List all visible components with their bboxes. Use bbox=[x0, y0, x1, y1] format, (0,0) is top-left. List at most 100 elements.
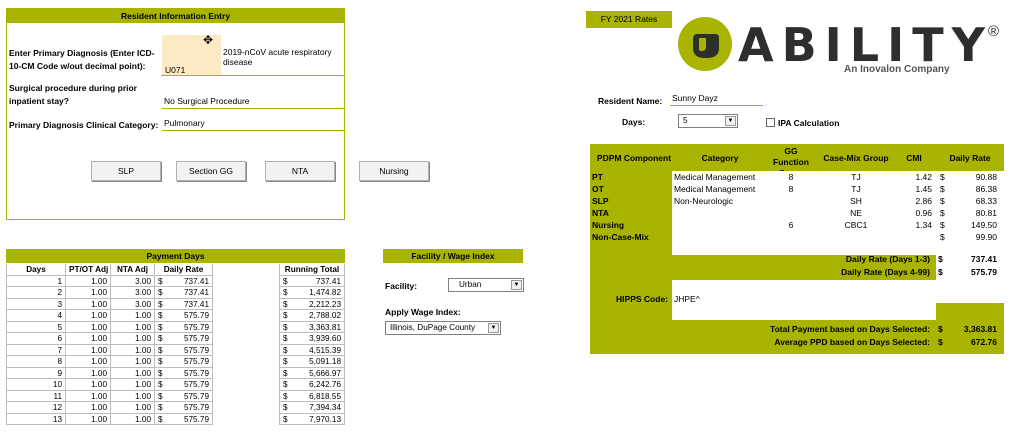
component-name: PT bbox=[592, 172, 603, 182]
running-total-cell: $737.41 bbox=[279, 275, 345, 287]
daily-rate-cell-value: 575.79 bbox=[183, 357, 209, 366]
daily-rate-days-4-99-value: 575.79 bbox=[971, 267, 997, 277]
currency: $ bbox=[158, 391, 163, 401]
day-cell: 5 bbox=[6, 321, 66, 333]
daily-rate-cell: $575.79 bbox=[155, 333, 213, 345]
nta-adj-cell: 1.00 bbox=[111, 390, 155, 402]
hdr-daily-rate: Daily Rate bbox=[949, 153, 991, 163]
ptot-adj-cell: 1.00 bbox=[66, 344, 111, 356]
nta-adj-cell: 1.00 bbox=[111, 413, 155, 425]
nta-adj-cell-value: 1.00 bbox=[135, 345, 151, 355]
table-row: 8 1.00 1.00 $575.79 $5,091.18 bbox=[6, 356, 345, 368]
day-cell: 2 bbox=[6, 287, 66, 299]
ipa-checkbox[interactable] bbox=[766, 118, 775, 127]
daily-rate-cell: $575.79 bbox=[155, 344, 213, 356]
daily-rate-cell: $575.79 bbox=[155, 402, 213, 414]
nta-button[interactable]: NTA bbox=[265, 161, 335, 181]
currency: $ bbox=[940, 220, 945, 230]
nta-adj-cell: 1.00 bbox=[111, 402, 155, 414]
wage-index-select[interactable]: Illinois, DuPage County ▼ bbox=[385, 321, 501, 335]
component-cmi: 1.42 bbox=[915, 172, 932, 182]
logo-wordmark: ABILITY bbox=[738, 18, 993, 72]
resident-name-field[interactable]: Sunny Dayz bbox=[670, 93, 763, 106]
ptot-adj-cell-value: 1.00 bbox=[91, 311, 107, 320]
diagnosis-code-value: U071 bbox=[165, 65, 186, 75]
component-daily-rate: 80.81 bbox=[975, 208, 997, 218]
running-total-cell-value: 5,666.97 bbox=[309, 368, 341, 378]
component-daily-rate: 90.88 bbox=[975, 172, 997, 182]
resident-name-label: Resident Name: bbox=[598, 96, 663, 106]
currency: $ bbox=[283, 311, 288, 320]
daily-rate-cell-value: 575.79 bbox=[183, 403, 209, 412]
cursor-icon: ✥ bbox=[203, 33, 214, 47]
facility-select[interactable]: Urban ▼ bbox=[448, 278, 524, 292]
currency: $ bbox=[158, 368, 163, 378]
slp-button[interactable]: SLP bbox=[91, 161, 161, 181]
day-cell: 4 bbox=[6, 310, 66, 322]
currency: $ bbox=[158, 288, 163, 297]
daily-rate-cell-value: 575.79 bbox=[183, 391, 209, 401]
component-gg-score: 8 bbox=[788, 184, 794, 194]
wage-index-select-value: Illinois, DuPage County bbox=[390, 323, 476, 332]
ptot-adj-cell: 1.00 bbox=[66, 321, 111, 333]
table-row: 3 1.00 3.00 $737.41 $2,212.23 bbox=[6, 298, 345, 310]
nta-adj-cell-value: 1.00 bbox=[135, 357, 151, 366]
category-field[interactable]: Pulmonary bbox=[162, 118, 344, 131]
ptot-adj-cell-value: 1.00 bbox=[91, 357, 107, 366]
running-total-cell-value: 7,970.13 bbox=[309, 414, 341, 424]
registered-mark: ® bbox=[988, 23, 1000, 40]
payment-header-row: Days PT/OT Adj NTA Adj Daily Rate Runnin… bbox=[6, 264, 345, 276]
component-name: Non-Case-Mix bbox=[592, 232, 649, 242]
days-label: Days: bbox=[622, 117, 646, 127]
section-gg-button[interactable]: Section GG bbox=[176, 161, 246, 181]
nursing-button[interactable]: Nursing bbox=[359, 161, 429, 181]
component-case-mix-group: SH bbox=[850, 196, 862, 206]
component-category: Medical Management bbox=[674, 172, 756, 182]
currency: $ bbox=[938, 267, 943, 277]
days-select[interactable]: 5 ▼ bbox=[678, 114, 738, 128]
ptot-adj-cell: 1.00 bbox=[66, 379, 111, 391]
nta-adj-cell-value: 1.00 bbox=[135, 334, 151, 343]
nta-adj-cell: 3.00 bbox=[111, 298, 155, 310]
currency: $ bbox=[938, 254, 943, 264]
daily-rate-cell: $575.79 bbox=[155, 321, 213, 333]
component-case-mix-group: NE bbox=[850, 208, 862, 218]
day-cell-value: 9 bbox=[57, 368, 62, 378]
fy-rates-tab[interactable]: FY 2021 Rates bbox=[586, 11, 672, 28]
currency: $ bbox=[158, 357, 163, 366]
nta-adj-cell: 1.00 bbox=[111, 321, 155, 333]
ptot-adj-cell-value: 1.00 bbox=[91, 299, 107, 309]
currency: $ bbox=[283, 403, 288, 412]
component-gg-score: 8 bbox=[788, 172, 794, 182]
component-gg-score: 6 bbox=[788, 220, 794, 230]
chevron-down-icon[interactable]: ▼ bbox=[488, 323, 499, 333]
nta-adj-cell: 1.00 bbox=[111, 367, 155, 379]
running-total-cell: $5,091.18 bbox=[279, 356, 345, 368]
currency: $ bbox=[283, 380, 288, 389]
chevron-down-icon[interactable]: ▼ bbox=[725, 116, 736, 126]
running-total-cell-value: 3,363.81 bbox=[309, 322, 341, 332]
surgical-field[interactable]: No Surgical Procedure bbox=[162, 96, 344, 109]
currency: $ bbox=[283, 322, 288, 332]
daily-rate-cell-value: 575.79 bbox=[183, 311, 209, 320]
day-cell: 7 bbox=[6, 344, 66, 356]
table-row: 11 1.00 1.00 $575.79 $6,818.55 bbox=[6, 390, 345, 402]
running-total-cell-value: 2,212.23 bbox=[309, 299, 341, 309]
running-total-cell: $4,515.39 bbox=[279, 344, 345, 356]
daily-rate-cell: $575.79 bbox=[155, 310, 213, 322]
running-total-cell: $2,212.23 bbox=[279, 298, 345, 310]
currency: $ bbox=[283, 391, 288, 401]
chevron-down-icon[interactable]: ▼ bbox=[511, 280, 522, 290]
hipps-value: JHPE^ bbox=[674, 294, 700, 304]
table-row: 2 1.00 3.00 $737.41 $1,474.82 bbox=[6, 287, 345, 299]
daily-rate-cell: $575.79 bbox=[155, 390, 213, 402]
running-total-cell-value: 6,818.55 bbox=[309, 391, 341, 401]
hipps-area bbox=[672, 280, 936, 320]
ptot-adj-cell-value: 1.00 bbox=[91, 403, 107, 412]
ptot-adj-cell-value: 1.00 bbox=[91, 276, 107, 286]
pdpm-rates-panel: PDPM Component Category GG Function Scor… bbox=[590, 144, 1004, 354]
table-row: 7 1.00 1.00 $575.79 $4,515.39 bbox=[6, 344, 345, 356]
currency: $ bbox=[283, 334, 288, 343]
component-daily-rate: 68.33 bbox=[975, 196, 997, 206]
daily-rate-cell-value: 575.79 bbox=[183, 380, 209, 389]
